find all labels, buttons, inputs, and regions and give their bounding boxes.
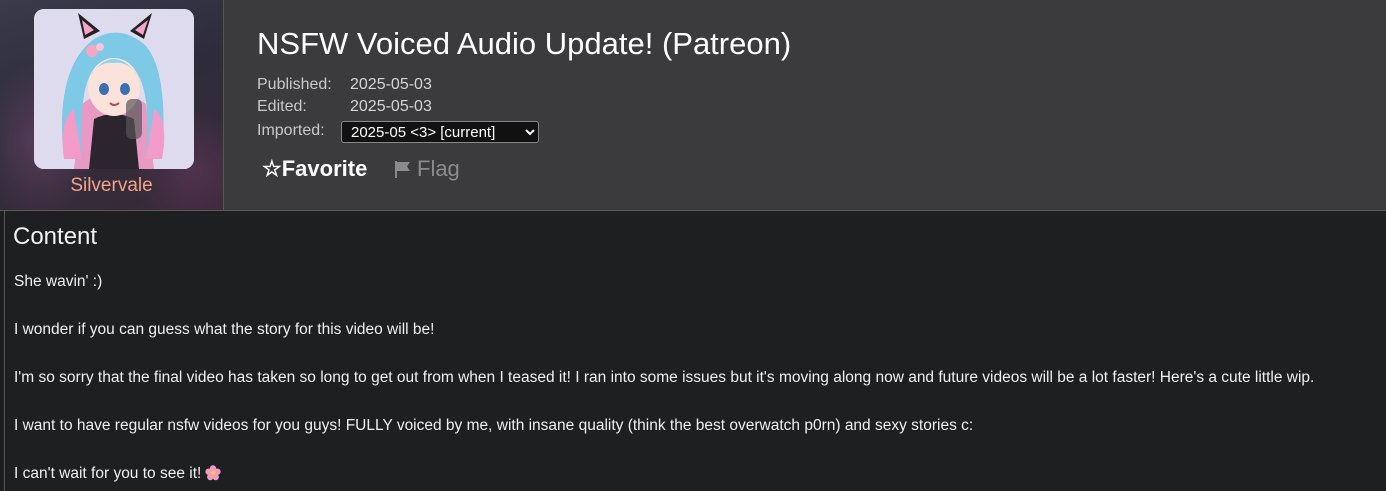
user-panel: Silvervale bbox=[0, 0, 224, 210]
imported-row: Imported: bbox=[257, 122, 350, 140]
edited-date: 2025-05-03 bbox=[350, 98, 432, 115]
favorite-button[interactable]: ☆Favorite bbox=[262, 156, 367, 182]
published-row: Published: 2025-05-03 bbox=[257, 76, 432, 94]
content-paragraph: I'm so sorry that the final video has ta… bbox=[14, 369, 1315, 386]
published-date: 2025-05-03 bbox=[350, 76, 432, 93]
artist-name[interactable]: Silvervale bbox=[0, 175, 223, 197]
avatar[interactable] bbox=[34, 9, 194, 169]
published-label: Published: bbox=[257, 76, 332, 93]
content-paragraph-last: I can't wait for you to see it! bbox=[14, 465, 221, 483]
content-paragraph: She wavin' :) bbox=[14, 273, 103, 290]
content-paragraph-text: I can't wait for you to see it! bbox=[14, 465, 202, 482]
import-version-select[interactable]: 2025-05 <3> [current] bbox=[341, 121, 539, 143]
cherry-blossom-icon bbox=[205, 465, 221, 481]
imported-label: Imported: bbox=[257, 122, 325, 139]
post-header: Silvervale NSFW Voiced Audio Update! (Pa… bbox=[0, 0, 1386, 211]
flag-button[interactable]: Flag bbox=[395, 156, 460, 182]
content-heading: Content bbox=[13, 223, 98, 250]
post-content: Content She wavin' :) I wonder if you ca… bbox=[4, 211, 1386, 491]
flag-icon bbox=[395, 160, 410, 178]
edited-label: Edited: bbox=[257, 98, 307, 115]
post-title: NSFW Voiced Audio Update! (Patreon) bbox=[257, 26, 792, 61]
content-paragraph: I want to have regular nsfw videos for y… bbox=[14, 417, 974, 434]
content-paragraph: I wonder if you can guess what the story… bbox=[14, 321, 435, 338]
flag-label: Flag bbox=[417, 156, 460, 181]
edited-row: Edited: 2025-05-03 bbox=[257, 98, 432, 116]
